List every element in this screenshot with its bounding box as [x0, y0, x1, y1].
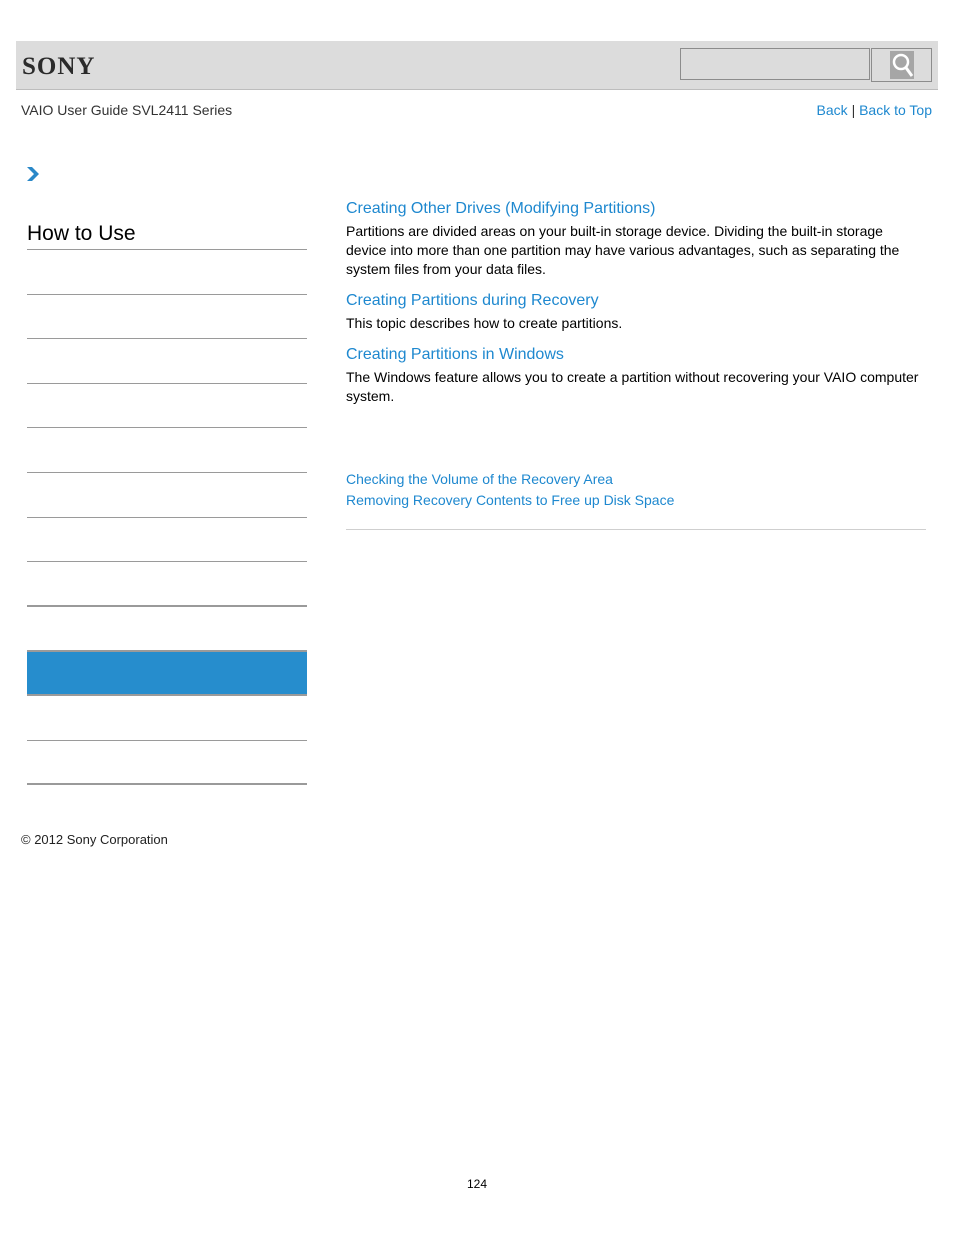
related-link[interactable]: Removing Recovery Contents to Free up Di… [346, 490, 674, 511]
sidebar-item[interactable] [27, 295, 307, 340]
sidebar: How to Use [27, 218, 307, 786]
breadcrumb[interactable] [26, 166, 40, 187]
sidebar-item[interactable] [27, 696, 307, 741]
related-link[interactable]: Checking the Volume of the Recovery Area [346, 469, 674, 490]
sidebar-item[interactable] [27, 428, 307, 473]
sidebar-item[interactable] [27, 384, 307, 429]
sidebar-item[interactable] [27, 741, 307, 786]
sidebar-item[interactable] [27, 473, 307, 518]
top-links: Back | Back to Top [817, 102, 932, 118]
chevron-right-icon [27, 167, 39, 181]
sidebar-item[interactable] [27, 607, 307, 652]
sidebar-item[interactable] [27, 518, 307, 563]
search-input[interactable] [680, 48, 870, 80]
search-button[interactable] [871, 48, 932, 82]
page-number: 124 [466, 1177, 488, 1191]
sony-logo: SONY [22, 53, 96, 80]
copyright: © 2012 Sony Corporation [21, 832, 168, 847]
magnifier-icon [889, 51, 914, 79]
sidebar-item[interactable] [27, 250, 307, 295]
back-link[interactable]: Back [817, 102, 848, 118]
guide-title: VAIO User Guide SVL2411 Series [21, 102, 233, 118]
topic-description: The Windows feature allows you to create… [346, 369, 919, 404]
topic-link[interactable]: Creating Other Drives (Modifying Partiti… [346, 200, 926, 218]
sidebar-item[interactable] [27, 339, 307, 384]
topic-description: This topic describes how to create parti… [346, 315, 623, 331]
sidebar-item[interactable] [27, 562, 307, 607]
sidebar-item-active[interactable] [27, 651, 307, 696]
back-to-top-link[interactable]: Back to Top [859, 102, 932, 118]
topic-link[interactable]: Creating Partitions during Recovery [346, 292, 926, 310]
main-content: Creating Other Drives (Modifying Partiti… [346, 200, 926, 419]
link-separator: | [851, 102, 856, 118]
divider [346, 529, 926, 530]
topic-link[interactable]: Creating Partitions in Windows [346, 346, 926, 364]
related-links: Checking the Volume of the Recovery Area… [346, 469, 674, 511]
header-bar: SONY [16, 41, 938, 90]
sidebar-title: How to Use [27, 218, 307, 250]
topic-description: Partitions are divided areas on your bui… [346, 223, 900, 277]
